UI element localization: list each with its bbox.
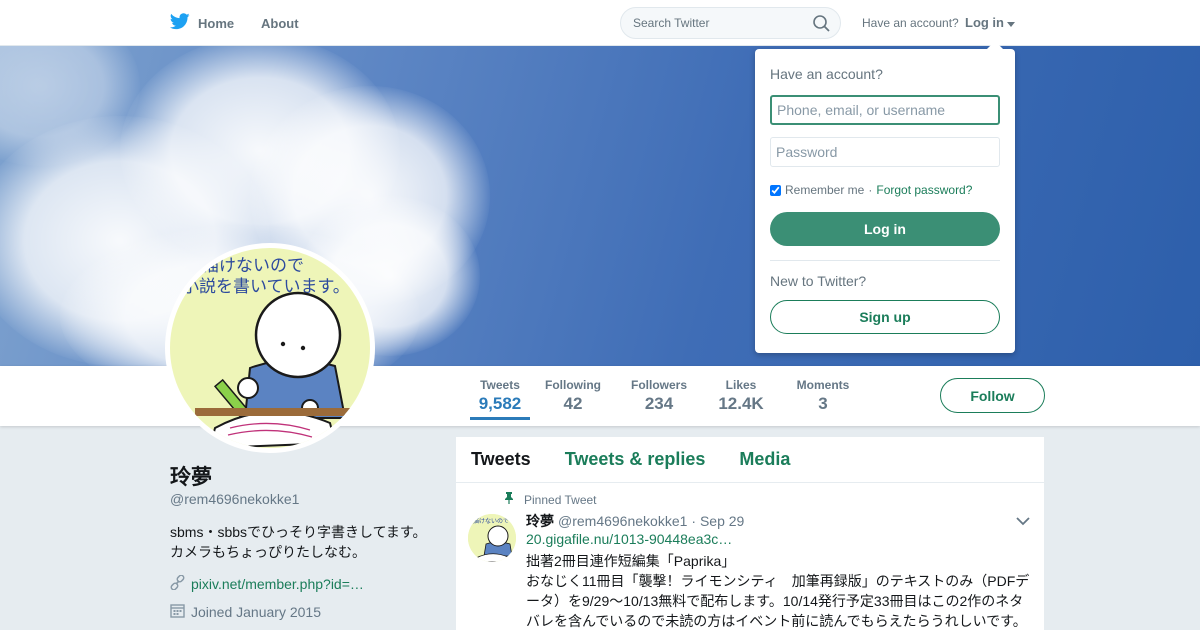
pinned-tweet-label: Pinned Tweet	[504, 492, 597, 507]
tweet-link[interactable]: 20.gigafile.nu/1013-90448ea3c…	[526, 531, 732, 547]
dropdown-arrow	[987, 41, 1003, 49]
pinned-label-text: Pinned Tweet	[524, 492, 597, 507]
stat-following[interactable]: Following 42	[543, 378, 603, 414]
profile-joined: Joined January 2015	[170, 603, 321, 621]
caret-down-icon	[1007, 15, 1015, 30]
timeline-tabs: Tweets Tweets & replies Media	[456, 437, 1044, 483]
remember-me-label[interactable]: Remember me	[785, 183, 864, 197]
avatar-image: 描けないので 小説を書いています。	[170, 248, 370, 448]
tweet-author-handle[interactable]: @rem4696nekokke1	[558, 513, 687, 529]
stat-label: Following	[545, 378, 601, 392]
top-nav: Home About Have an account? Log in	[0, 0, 1200, 46]
profile-joined-text: Joined January 2015	[191, 604, 321, 620]
nav-home-link[interactable]: Home	[169, 13, 235, 33]
avatar-illustration	[195, 291, 355, 448]
bio-line: sbms・sbbsでひっそり字書きしてます。	[170, 524, 427, 540]
tweet-avatar[interactable]: 描けないので	[468, 514, 516, 562]
tweet-text-line: おなじく11冊目「襲撃！ライモンシティ 加筆再録版」のテキストのみ（PDFデータ…	[526, 573, 1030, 629]
stat-value: 9,582	[478, 394, 522, 413]
tweet-author-name[interactable]: 玲夢	[526, 511, 554, 531]
tab-media[interactable]: Media	[739, 449, 790, 470]
tweet-date[interactable]: · Sep 29	[691, 513, 744, 529]
search-input[interactable]	[621, 8, 801, 38]
tweet-text: 拙著2冊目連作短編集「Paprika」 おなじく11冊目「襲撃！ライモンシティ …	[526, 551, 1036, 630]
stat-followers[interactable]: Followers 234	[628, 378, 690, 414]
svg-text:描けないので: 描けないので	[473, 517, 509, 525]
chevron-down-icon[interactable]	[1016, 513, 1030, 531]
login-dropdown: Have an account? Remember me · Forgot pa…	[755, 41, 1015, 353]
remember-me-checkbox[interactable]	[770, 184, 781, 196]
tweet-header: 玲夢 @rem4696nekokke1 · Sep 29	[526, 511, 744, 531]
bio-line: カメラもちょっぴりたしなむ。	[170, 544, 366, 560]
profile-bio: sbms・sbbsでひっそり字書きしてます。 カメラもちょっぴりたしなむ。	[170, 522, 440, 562]
stat-label: Moments	[796, 378, 850, 392]
twitter-bird-icon	[169, 13, 190, 33]
forgot-password-link[interactable]: Forgot password?	[876, 183, 972, 197]
stat-value: 3	[818, 394, 828, 413]
remember-me-row: Remember me · Forgot password?	[770, 183, 972, 197]
new-to-twitter-text: New to Twitter?	[770, 273, 867, 289]
separator-dot: ·	[868, 183, 873, 197]
stat-moments[interactable]: Moments 3	[793, 378, 853, 414]
profile-handle: @rem4696nekokke1	[170, 491, 300, 507]
nav-about-link[interactable]: About	[261, 16, 299, 31]
password-field[interactable]	[770, 137, 1000, 167]
avatar[interactable]: 描けないので 小説を書いています。	[165, 243, 375, 453]
search-box	[620, 7, 841, 39]
profile-name: 玲夢	[170, 466, 212, 489]
stat-tweets[interactable]: Tweets 9,582	[470, 378, 530, 420]
stat-value: 42	[563, 394, 583, 413]
profile-link[interactable]: pixiv.net/member.php?id=…	[170, 574, 364, 593]
nav-home-label: Home	[198, 15, 235, 31]
tweet-text-line: 拙著2冊目連作短編集「Paprika」	[526, 553, 736, 569]
username-field[interactable]	[770, 95, 1000, 125]
stat-value: 12.4K	[718, 394, 764, 413]
login-button[interactable]: Log in	[770, 212, 1000, 246]
profile-link-text: pixiv.net/member.php?id=…	[191, 576, 364, 592]
stat-label: Tweets	[480, 378, 520, 392]
stat-label: Followers	[630, 378, 687, 392]
dropdown-title: Have an account?	[770, 66, 883, 82]
login-link-label: Log in	[965, 15, 1004, 30]
search-icon[interactable]	[813, 15, 830, 37]
calendar-icon	[170, 603, 185, 621]
link-icon	[170, 574, 185, 593]
follow-button[interactable]: Follow	[940, 378, 1045, 413]
timeline: Tweets Tweets & replies Media Pinned Twe…	[456, 437, 1044, 630]
have-account-text: Have an account?	[862, 16, 959, 30]
dropdown-divider	[770, 260, 1000, 261]
login-dropdown-toggle[interactable]: Log in	[965, 15, 1015, 30]
pin-icon	[504, 492, 514, 507]
signup-button[interactable]: Sign up	[770, 300, 1000, 334]
tab-tweets[interactable]: Tweets	[471, 449, 531, 470]
stat-value: 234	[644, 394, 674, 413]
tab-tweets-and-replies[interactable]: Tweets & replies	[565, 449, 706, 470]
stat-likes[interactable]: Likes 12.4K	[713, 378, 769, 414]
stat-label: Likes	[725, 378, 757, 392]
